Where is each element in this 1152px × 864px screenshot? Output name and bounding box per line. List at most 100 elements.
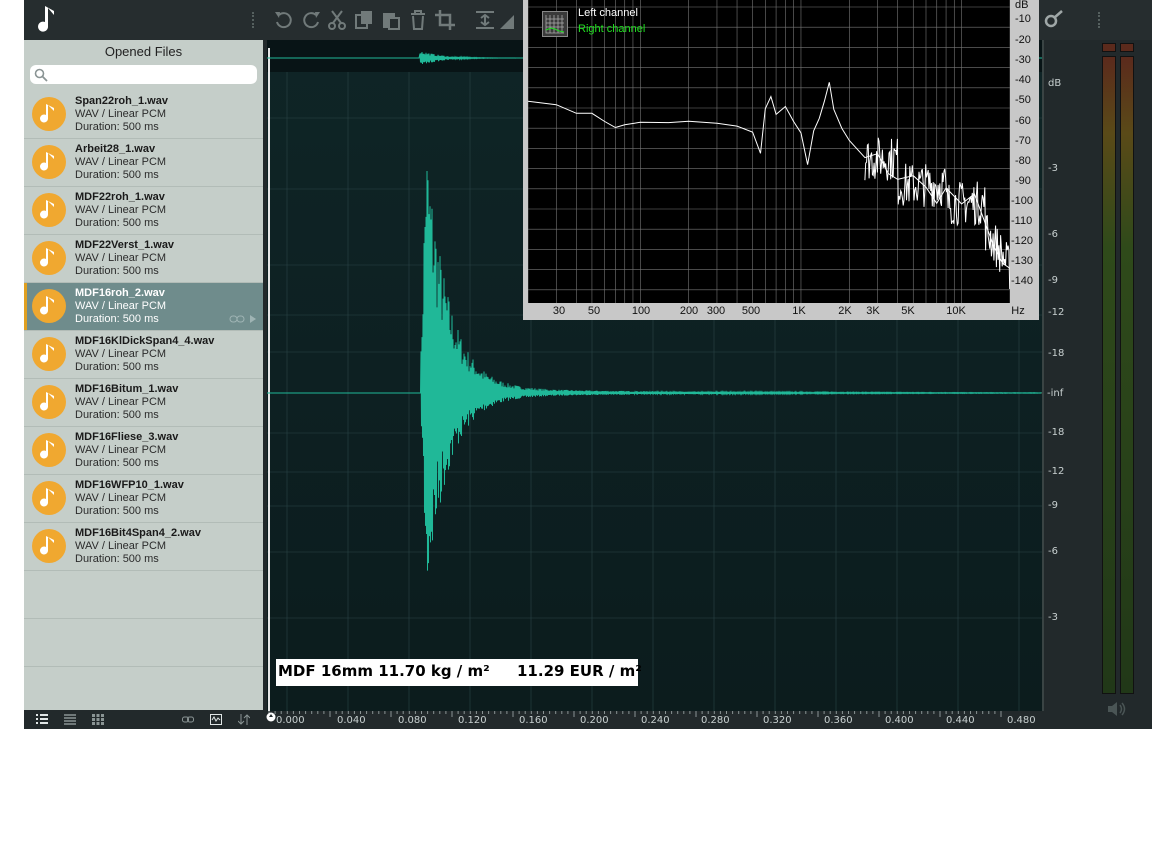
file-list-item[interactable]: MDF16WFP10_1.wav WAV / Linear PCM Durati…: [24, 475, 263, 523]
spectrum-grid: [528, 0, 1010, 303]
waveform-thumbnail-icon[interactable]: [210, 714, 222, 725]
file-list-item[interactable]: MDF16Fliese_3.wav WAV / Linear PCM Durat…: [24, 427, 263, 475]
paste-icon[interactable]: [380, 9, 402, 31]
playhead-marker-icon[interactable]: [266, 708, 276, 722]
delete-icon[interactable]: [407, 9, 429, 31]
audio-file-icon: [32, 385, 66, 419]
file-name: MDF22Verst_1.wav: [75, 239, 175, 251]
db-tick-label: -9: [1048, 275, 1058, 286]
file-name: MDF16WFP10_1.wav: [75, 479, 184, 491]
x-tick-label: 5K: [901, 305, 915, 317]
file-list-item[interactable]: MDF16Bit4Span4_2.wav WAV / Linear PCM Du…: [24, 523, 263, 571]
file-format: WAV / Linear PCM: [75, 444, 167, 456]
time-tick-label: 0.240: [641, 715, 670, 726]
file-format: WAV / Linear PCM: [75, 348, 167, 360]
x-tick-label: 30: [552, 305, 566, 317]
x-tick-label: 1K: [792, 305, 806, 317]
file-duration: Duration: 500 ms: [75, 265, 159, 277]
cut-icon[interactable]: [326, 9, 348, 31]
y-unit-label: dB: [1015, 0, 1029, 11]
time-tick-label: 0.080: [398, 715, 427, 726]
list-view-icon[interactable]: [64, 714, 76, 725]
time-tick-label: 0.280: [701, 715, 730, 726]
y-tick-label: -90: [1015, 175, 1031, 187]
file-format: WAV / Linear PCM: [75, 492, 167, 504]
audio-file-icon: [32, 481, 66, 515]
spectrum-plot: Left channel Right channel: [528, 0, 1010, 303]
file-list-item[interactable]: MDF16KlDickSpan4_4.wav WAV / Linear PCM …: [24, 331, 263, 379]
volume-speaker-icon[interactable]: [1107, 701, 1127, 717]
copy-icon[interactable]: [353, 9, 375, 31]
y-tick-label: -10: [1015, 13, 1031, 25]
app-logo-icon[interactable]: [32, 2, 66, 36]
file-duration: Duration: 500 ms: [75, 169, 159, 181]
time-tick-label: 0.160: [519, 715, 548, 726]
file-list-item[interactable]: Arbeit28_1.wav WAV / Linear PCM Duration…: [24, 139, 263, 187]
link-files-icon[interactable]: [182, 714, 194, 725]
time-tick-label: 0.360: [824, 715, 853, 726]
time-tick-label: 0.480: [1007, 715, 1036, 726]
db-tick-label: -6: [1048, 229, 1058, 240]
sort-icon[interactable]: [238, 714, 250, 725]
link-icon[interactable]: [229, 315, 245, 323]
normalize-icon[interactable]: [474, 9, 496, 31]
y-tick-label: -70: [1015, 135, 1031, 147]
file-name: MDF16Bitum_1.wav: [75, 383, 179, 395]
spectrum-noise-left: [864, 137, 1010, 290]
db-unit-label: dB: [1048, 78, 1062, 89]
file-duration: Duration: 500 ms: [75, 553, 159, 565]
db-tick-label: -12: [1048, 307, 1065, 318]
y-tick-label: -30: [1015, 54, 1031, 66]
material-caption: MDF 16mm 11.70 kg / m² 11.29 EUR / m²: [276, 659, 642, 686]
fade-icon[interactable]: [500, 9, 514, 31]
frequency-spectrum-window[interactable]: Left channel Right channel dB -10 -20 -3…: [523, 0, 1039, 320]
audio-file-icon: [32, 145, 66, 179]
file-duration: Duration: 500 ms: [75, 505, 159, 517]
search-input[interactable]: [30, 65, 257, 84]
x-tick-label: 10K: [946, 305, 966, 317]
file-name: MDF16roh_2.wav: [75, 287, 165, 299]
crop-icon[interactable]: [434, 9, 456, 31]
file-format: WAV / Linear PCM: [75, 396, 167, 408]
scale-axis-line: [1042, 40, 1044, 711]
file-name: Span22roh_1.wav: [75, 95, 168, 107]
file-duration: Duration: 500 ms: [75, 217, 159, 229]
undo-icon[interactable]: [273, 9, 295, 31]
time-tick-label: 0.400: [885, 715, 914, 726]
play-icon[interactable]: [249, 315, 257, 323]
file-list-item[interactable]: Span22roh_1.wav WAV / Linear PCM Duratio…: [24, 91, 263, 139]
peak-indicator-left: [1102, 43, 1116, 52]
material-price: 11.29 EUR / m²: [517, 662, 642, 680]
audio-file-icon: [32, 529, 66, 563]
grid-view-icon[interactable]: [92, 714, 104, 725]
x-tick-label: 3K: [866, 305, 880, 317]
x-tick-label: 2K: [838, 305, 852, 317]
timeline-ruler[interactable]: 0.000 0.040 0.080 0.120 0.160 0.200 0.24…: [266, 708, 1052, 729]
y-tick-label: -80: [1015, 155, 1031, 167]
redo-icon[interactable]: [300, 9, 322, 31]
x-tick-label: 500: [741, 305, 761, 317]
file-list-item[interactable]: MDF22Verst_1.wav WAV / Linear PCM Durati…: [24, 235, 263, 283]
spectrum-settings-icon[interactable]: [542, 11, 568, 37]
audio-file-icon: [32, 433, 66, 467]
level-meters: [1100, 40, 1152, 729]
file-format: WAV / Linear PCM: [75, 540, 167, 552]
audio-file-icon: [32, 289, 66, 323]
file-name: MDF16KlDickSpan4_4.wav: [75, 335, 215, 347]
time-tick-label: 0.000: [276, 715, 305, 726]
db-tick-label: -3: [1048, 612, 1058, 623]
file-name: MDF22roh_1.wav: [75, 191, 165, 203]
file-list-item[interactable]: MDF16Bitum_1.wav WAV / Linear PCM Durati…: [24, 379, 263, 427]
time-tick-label: 0.040: [337, 715, 366, 726]
time-tick-label: 0.200: [580, 715, 609, 726]
analyze-icon[interactable]: [1043, 9, 1065, 31]
detail-view-icon[interactable]: [36, 714, 48, 725]
y-tick-label: -100: [1011, 195, 1034, 207]
y-tick-label: -110: [1011, 215, 1033, 227]
y-tick-label: -40: [1015, 74, 1031, 86]
file-list-item[interactable]: MDF22roh_1.wav WAV / Linear PCM Duration…: [24, 187, 263, 235]
file-name: Arbeit28_1.wav: [75, 143, 156, 155]
file-list-item-selected[interactable]: MDF16roh_2.wav WAV / Linear PCM Duration…: [24, 283, 263, 331]
empty-list-row: [24, 571, 263, 619]
y-tick-label: -50: [1015, 94, 1031, 106]
